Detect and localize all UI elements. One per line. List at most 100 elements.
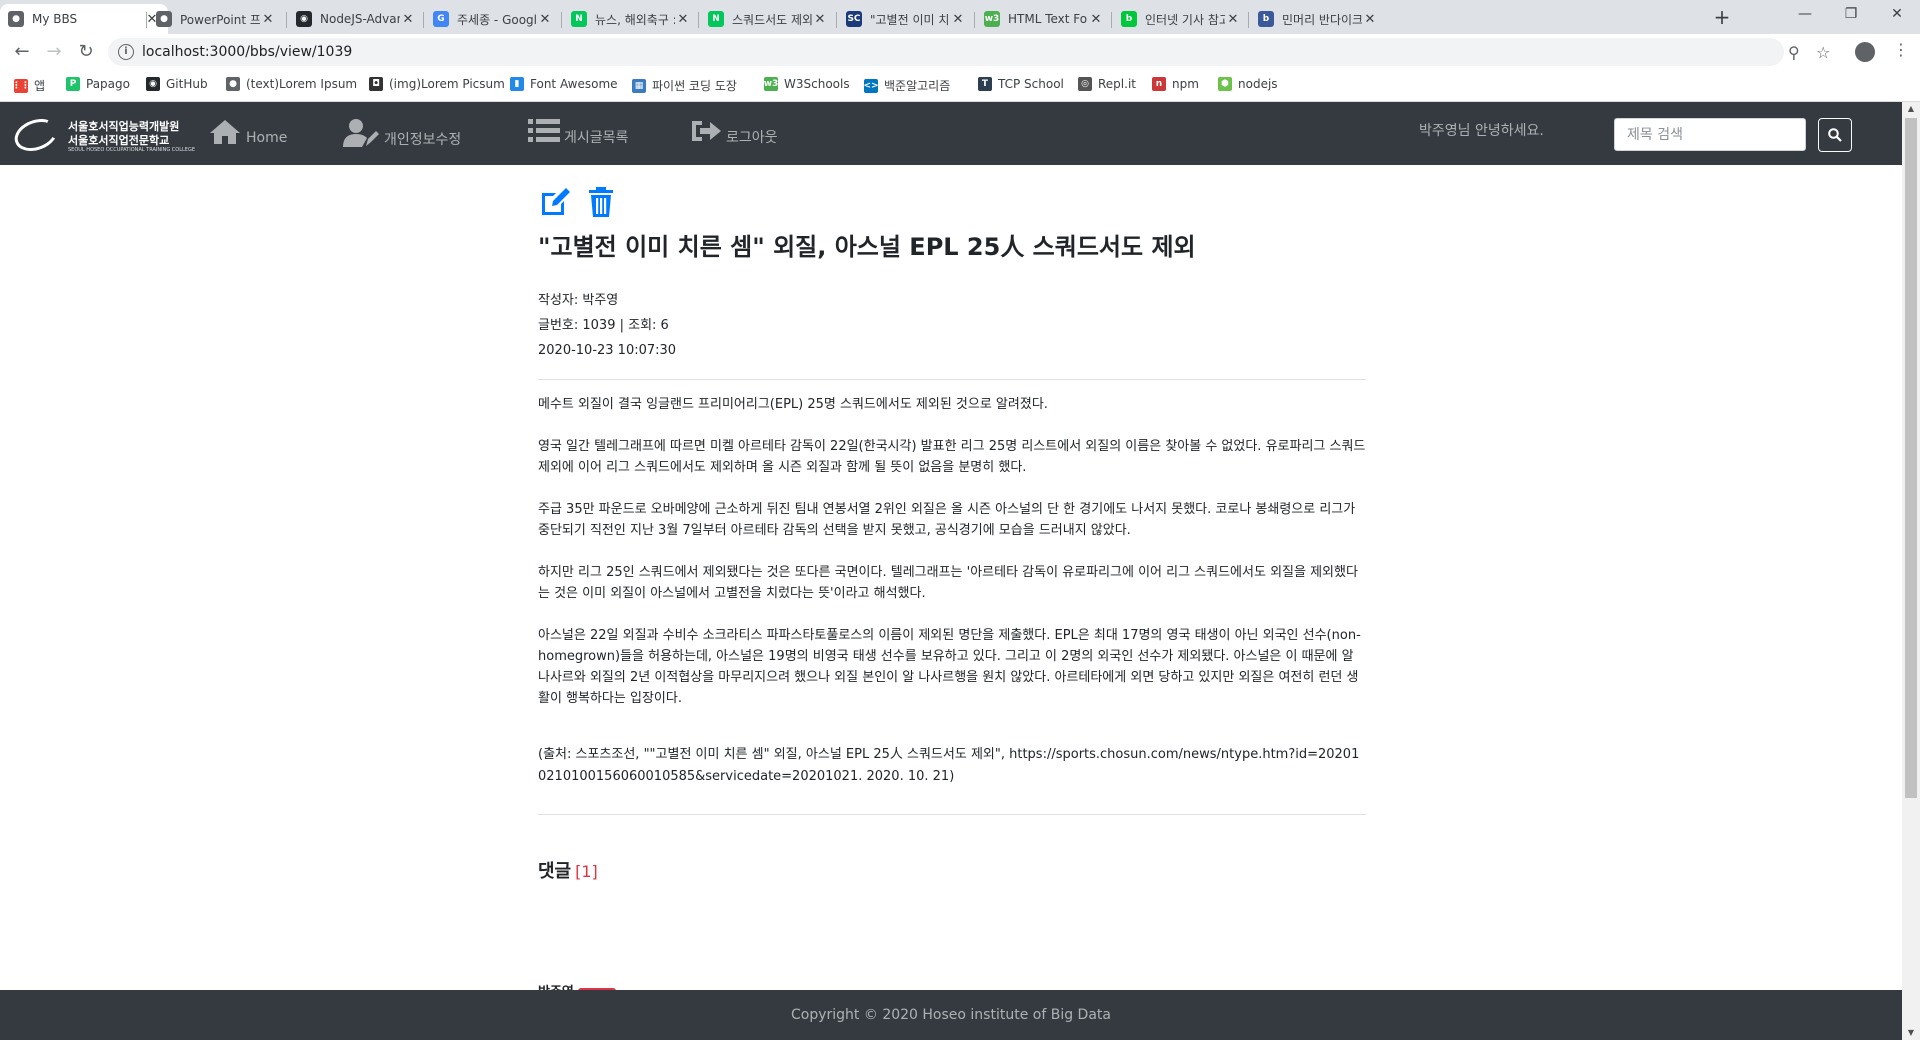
edit-icon[interactable] bbox=[538, 185, 572, 219]
sign-out-icon bbox=[692, 121, 721, 141]
maximize-icon[interactable]: ❐ bbox=[1828, 0, 1874, 30]
url-text[interactable]: localhost:3000/bbs/view/1039 bbox=[142, 44, 352, 60]
bookmark-item[interactable]: ▦ 파이썬 코딩 도장 bbox=[632, 77, 737, 94]
url-field[interactable]: i localhost:3000/bbs/view/1039 ⚲ ☆ bbox=[108, 38, 1830, 66]
bookmark-label: W3Schools bbox=[784, 77, 850, 91]
nav-post-list[interactable]: 게시글목록 bbox=[528, 118, 628, 146]
close-tab-icon[interactable]: ✕ bbox=[260, 12, 276, 27]
search-button[interactable] bbox=[1818, 118, 1852, 152]
globe-icon: ● bbox=[8, 11, 24, 27]
address-bar-row: ← → ↻ i localhost:3000/bbs/view/1039 ⚲ ☆… bbox=[0, 34, 1920, 70]
browser-tab[interactable]: SC "고별전 이미 치른✕ bbox=[838, 4, 974, 34]
flag-icon: ▮ bbox=[510, 77, 524, 91]
trash-icon[interactable] bbox=[584, 185, 618, 219]
close-tab-icon[interactable]: ✕ bbox=[950, 12, 966, 27]
bookmark-item[interactable]: ⋮⋮ 앱 bbox=[12, 77, 46, 94]
bookmark-label: Font Awesome bbox=[530, 77, 618, 91]
apps-grid-icon: ⋮⋮ bbox=[12, 78, 30, 93]
title-search-input[interactable] bbox=[1614, 118, 1806, 151]
browser-tab-title: PowerPoint 프레젠 bbox=[180, 12, 260, 27]
site-info-icon[interactable]: i bbox=[118, 44, 134, 60]
browser-tab[interactable]: ● PowerPoint 프레젠✕ bbox=[148, 4, 284, 34]
post-number-views: 글번호: 1039 | 조회: 6 bbox=[538, 318, 669, 333]
post-body: 메수트 외질이 결국 잉글랜드 프리미어리그(EPL) 25명 스쿼드에서도 제… bbox=[538, 394, 1366, 709]
scrollbar-thumb[interactable] bbox=[1905, 118, 1917, 798]
logo-line-3: SEOUL HOSEO OCCUPATIONAL TRAINING COLLEG… bbox=[68, 147, 195, 153]
post-paragraph: 메수트 외질이 결국 잉글랜드 프리미어리그(EPL) 25명 스쿼드에서도 제… bbox=[538, 397, 1048, 412]
scroll-up-icon[interactable]: ▲ bbox=[1906, 104, 1916, 113]
close-tab-icon[interactable]: ✕ bbox=[400, 12, 416, 27]
site-navbar: 서울호서직업능력개발원 서울호서직업전문학교 SEOUL HOSEO OCCUP… bbox=[0, 102, 1902, 165]
close-tab-icon[interactable]: ✕ bbox=[1088, 12, 1104, 27]
close-tab-icon[interactable]: ✕ bbox=[1362, 12, 1378, 27]
post-paragraph: 주급 35만 파운드로 오바메양에 근소하게 뒤진 팀내 연봉서열 2위인 외질… bbox=[538, 502, 1356, 538]
post-detail: "고별전 이미 치른 셈" 외질, 아스널 EPL 25人 스쿼드서도 제외 작… bbox=[538, 185, 1366, 883]
nav-logout[interactable]: 로그아웃 bbox=[690, 118, 778, 146]
npm-icon: n bbox=[1152, 77, 1166, 91]
list-icon bbox=[528, 119, 560, 142]
logo-line-2: 서울호서직업전문학교 bbox=[68, 134, 170, 147]
post-source: (출처: 스포츠조선, ""고별전 이미 치른 셈" 외질, 아스널 EPL 2… bbox=[538, 747, 1360, 784]
close-tab-icon[interactable]: ✕ bbox=[1225, 12, 1241, 27]
tab-separator bbox=[146, 12, 147, 28]
bookmark-item[interactable]: ▮ Font Awesome bbox=[510, 77, 618, 91]
bookmark-item[interactable]: ● (text)Lorem Ipsum bbox=[226, 77, 357, 91]
tab-separator bbox=[698, 12, 699, 28]
browser-tab[interactable]: b 민머리 반다이크?..✕ bbox=[1250, 4, 1386, 34]
site-logo[interactable]: 서울호서직업능력개발원 서울호서직업전문학교 SEOUL HOSEO OCCUP… bbox=[10, 113, 195, 157]
reload-icon[interactable]: ↻ bbox=[76, 42, 96, 62]
zoom-icon[interactable]: ⚲ bbox=[1788, 43, 1800, 62]
browser-tab[interactable]: ● My BBS ✕ bbox=[0, 4, 168, 34]
globe-icon: ● bbox=[226, 77, 240, 91]
post-paragraph: 아스널은 22일 외질과 수비수 소크라티스 파파스타토풀로스의 이름이 제외된… bbox=[538, 628, 1361, 706]
bookmark-item[interactable]: w3 W3Schools bbox=[764, 77, 850, 91]
blog-icon: b bbox=[1121, 11, 1137, 27]
scroll-down-icon[interactable]: ▼ bbox=[1906, 1028, 1916, 1037]
search-icon bbox=[1828, 128, 1842, 142]
blog-icon: b bbox=[1258, 11, 1274, 27]
browser-tab-strip: ●My BBS✕●PowerPoint 프레젠✕◉NodeJS-Advanced… bbox=[0, 0, 1920, 34]
home-icon bbox=[210, 120, 240, 144]
new-tab-icon[interactable]: + bbox=[1710, 6, 1734, 30]
post-paragraph: 하지만 리그 25인 스쿼드에서 제외됐다는 것은 또다른 국면이다. 텔레그래… bbox=[538, 565, 1358, 601]
bookmark-item[interactable]: ◎ Repl.it bbox=[1078, 77, 1136, 91]
bookmark-item[interactable]: ◉ GitHub bbox=[146, 77, 208, 91]
browser-tab[interactable]: ◉ NodeJS-Advanced-✕ bbox=[288, 4, 424, 34]
browser-tab-title: 뉴스, 해외축구 : 네 bbox=[595, 12, 675, 27]
bookmark-star-icon[interactable]: ☆ bbox=[1816, 43, 1830, 62]
back-icon[interactable]: ← bbox=[12, 42, 32, 62]
bookmark-item[interactable]: n npm bbox=[1152, 77, 1199, 91]
site-footer: Copyright © 2020 Hoseo institute of Big … bbox=[0, 990, 1902, 1040]
nav-home[interactable]: Home bbox=[208, 118, 287, 146]
logo-swoosh-icon bbox=[10, 113, 62, 157]
browser-tab[interactable]: w3 HTML Text Formatt✕ bbox=[976, 4, 1112, 34]
tab-separator bbox=[1111, 12, 1112, 28]
bookmark-label: TCP School bbox=[998, 77, 1064, 91]
profile-avatar[interactable] bbox=[1855, 42, 1875, 62]
browser-tab-title: "고별전 이미 치른 bbox=[870, 12, 950, 27]
browser-menu-icon[interactable]: ⋮ bbox=[1893, 40, 1909, 59]
bookmark-item[interactable]: <> 백준알고리즘 bbox=[863, 77, 950, 94]
browser-tab[interactable]: b 인터넷 기사 참고문✕ bbox=[1113, 4, 1249, 34]
bookmark-item[interactable]: ⬢ nodejs bbox=[1218, 77, 1278, 91]
nav-profile-edit[interactable]: 개인정보수정 bbox=[342, 118, 461, 148]
browser-tab[interactable]: N 스쿼드서도 제외 : N✕ bbox=[700, 4, 836, 34]
bookmark-label: GitHub bbox=[166, 77, 208, 91]
bookmark-item[interactable]: P Papago bbox=[66, 77, 130, 91]
camera-icon: ◘ bbox=[369, 77, 383, 91]
bookmark-label: npm bbox=[1172, 77, 1199, 91]
close-tab-icon[interactable]: ✕ bbox=[812, 12, 828, 27]
close-tab-icon[interactable]: ✕ bbox=[675, 12, 691, 27]
close-window-icon[interactable]: ✕ bbox=[1874, 0, 1920, 30]
browser-tab[interactable]: N 뉴스, 해외축구 : 네✕ bbox=[563, 4, 699, 34]
bookmark-item[interactable]: T TCP School bbox=[978, 77, 1064, 91]
browser-tab[interactable]: G 주세종 - Google 검✕ bbox=[425, 4, 561, 34]
forward-icon[interactable]: → bbox=[44, 42, 64, 62]
bookmark-label: (text)Lorem Ipsum bbox=[246, 77, 358, 91]
user-greeting: 박주영님 안녕하세요. bbox=[1419, 123, 1544, 139]
bookmark-item[interactable]: ◘ (img)Lorem Picsum bbox=[369, 77, 505, 91]
close-tab-icon[interactable]: ✕ bbox=[537, 12, 553, 27]
minimize-icon[interactable]: — bbox=[1782, 0, 1828, 30]
user-edit-icon bbox=[343, 119, 379, 147]
bookmark-label: 앱 bbox=[34, 79, 46, 93]
